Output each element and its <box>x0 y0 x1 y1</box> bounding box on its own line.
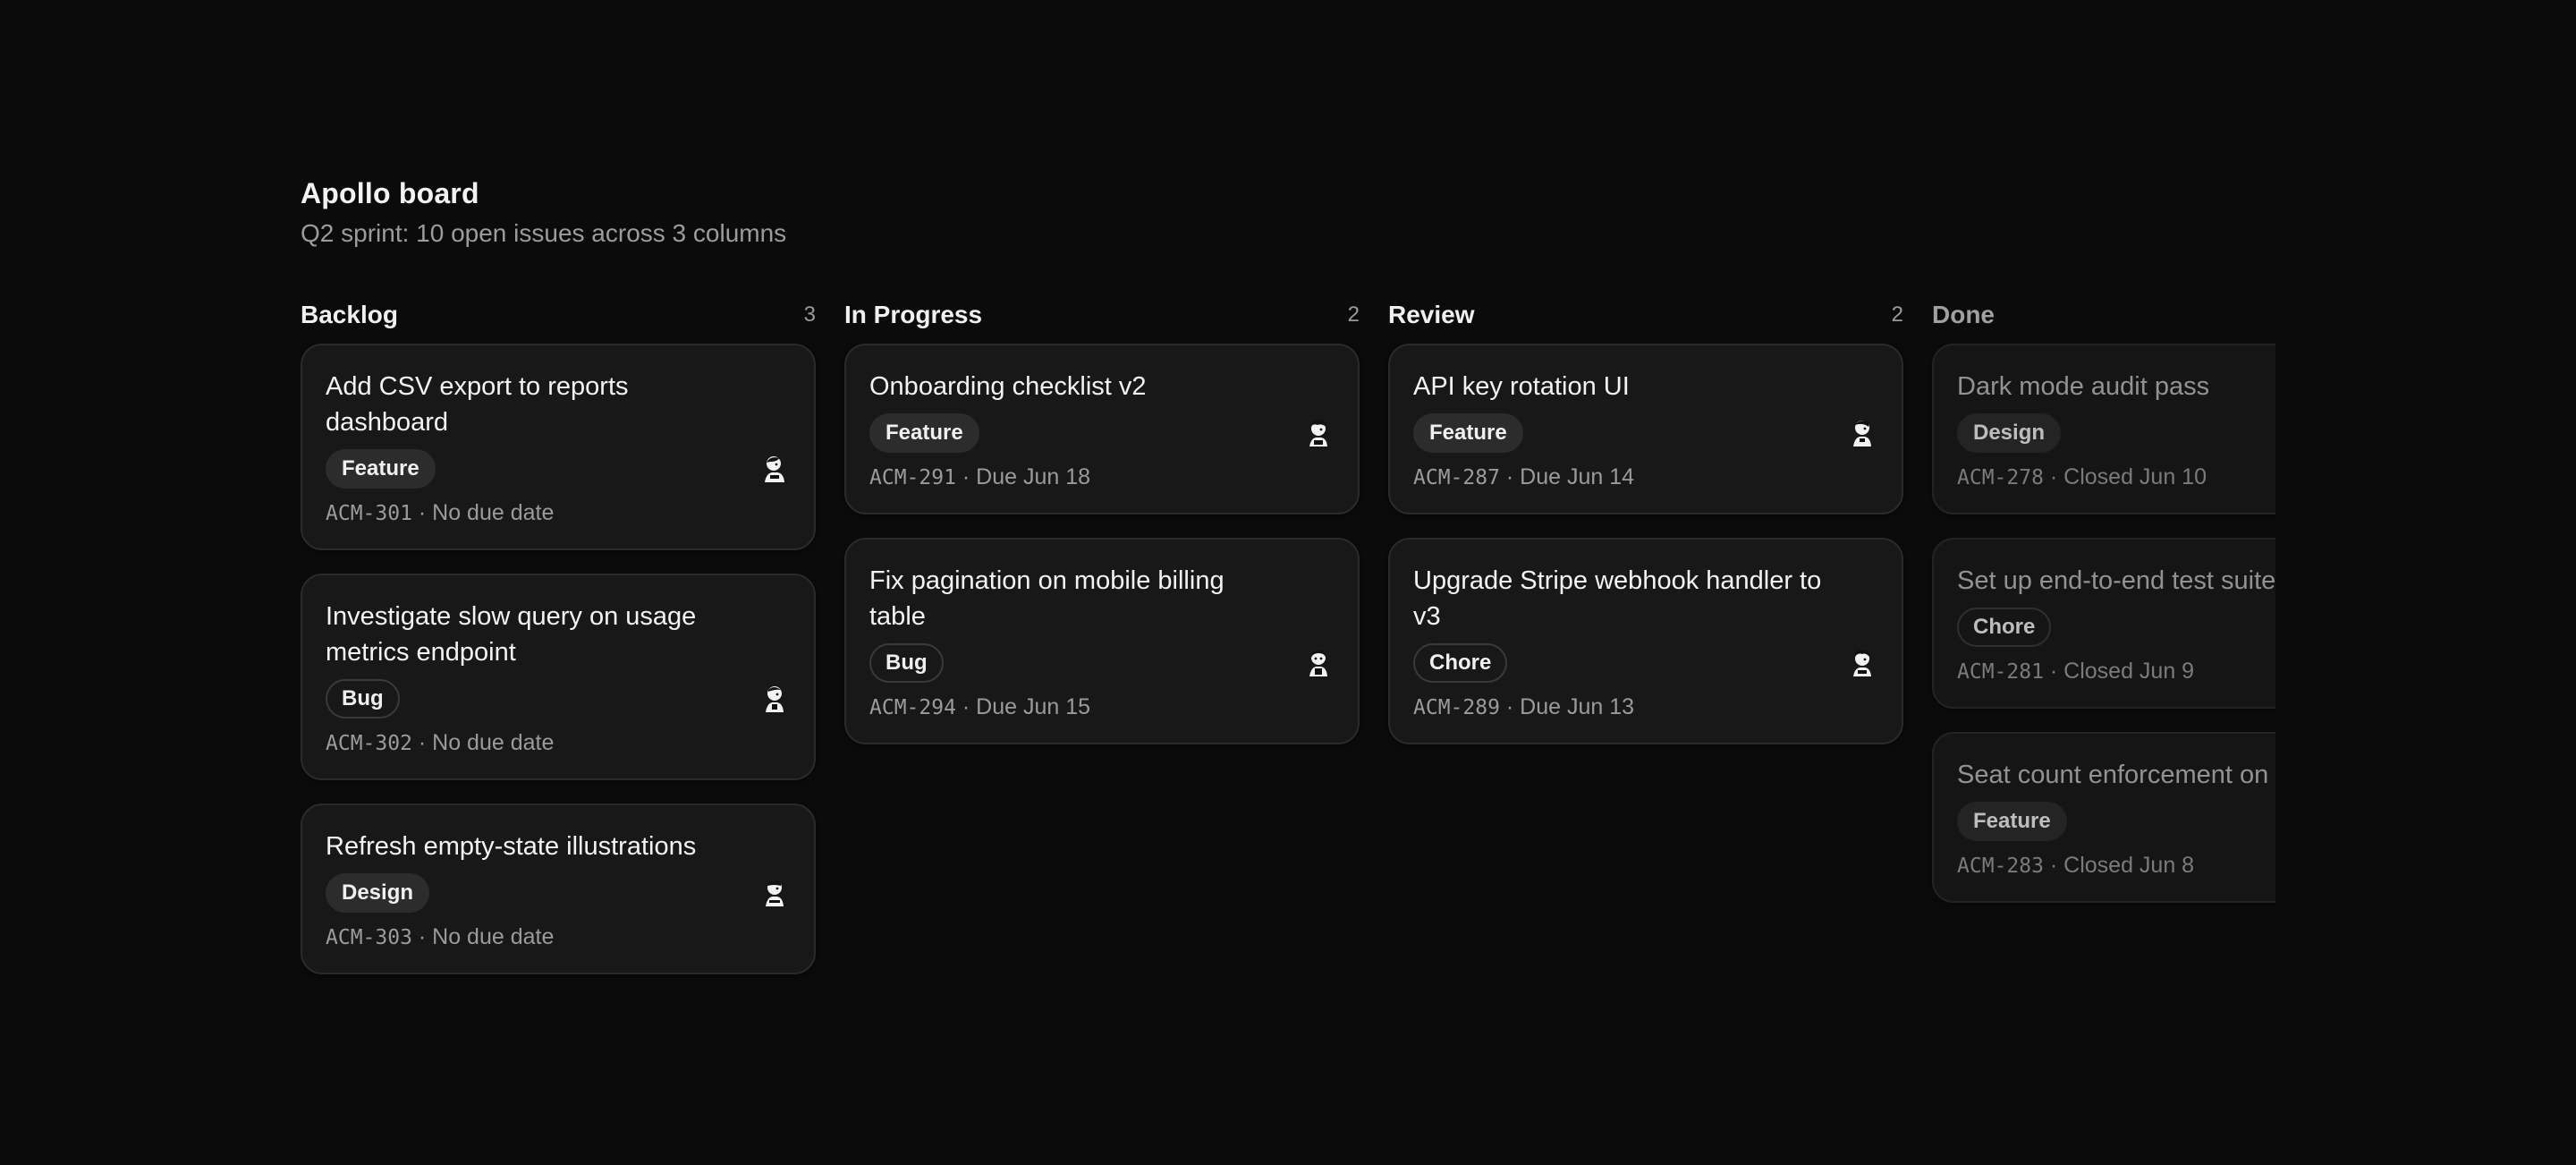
column-header: In Progress 2 <box>844 297 1360 333</box>
meta-separator: · <box>411 924 433 949</box>
issue-id: ACM-294 <box>869 696 956 719</box>
card-meta: ACM-302 · No due date <box>326 727 791 759</box>
label-badge: Feature <box>1413 413 1523 453</box>
label-badge: Chore <box>1957 608 2052 647</box>
card-meta: ACM-294 · Due Jun 15 <box>869 692 1335 723</box>
column-title: In Progress <box>844 301 983 328</box>
card-title: Upgrade Stripe webhook handler to v3 <box>1413 566 1822 631</box>
issue-id: ACM-287 <box>1413 466 1500 489</box>
card-title: Refresh empty-state illustrations <box>326 832 697 861</box>
avatar-icon[interactable] <box>758 683 791 715</box>
avatar-icon[interactable] <box>1302 647 1335 679</box>
issue-card[interactable]: Dark mode audit pass Design ACM-278 · Cl… <box>1932 344 2275 514</box>
issue-id: ACM-289 <box>1413 696 1500 719</box>
meta-separator: · <box>955 694 977 719</box>
label-badge: Chore <box>1413 643 1508 683</box>
issue-id: ACM-303 <box>326 926 412 949</box>
card-meta: ACM-301 · No due date <box>326 497 791 529</box>
meta-separator: · <box>1499 464 1521 489</box>
label-badge: Feature <box>1957 802 2067 841</box>
issue-card[interactable]: Upgrade Stripe webhook handler to v3 Cho… <box>1388 538 1903 744</box>
issue-card[interactable]: Seat count enforcement on Feature ACM-28… <box>1932 732 2275 903</box>
issue-card[interactable]: Add CSV export to reports dashboard Feat… <box>301 344 816 550</box>
due-date: No due date <box>432 924 555 949</box>
issue-id: ACM-302 <box>326 732 412 755</box>
page: Apollo board Q2 sprint: 10 open issues a… <box>0 0 2576 1165</box>
due-date: No due date <box>432 500 555 525</box>
card-meta: ACM-291 · Due Jun 18 <box>869 462 1335 493</box>
card-title: Dark mode audit pass <box>1957 372 2210 401</box>
card-title: Set up end-to-end test suite <box>1957 566 2275 595</box>
label-badge: Design <box>1957 413 2062 453</box>
card-title: Investigate slow query on usage metrics … <box>326 602 697 667</box>
card-title: Onboarding checklist v2 <box>869 372 1147 401</box>
due-date: Closed Jun 10 <box>2063 464 2207 489</box>
card-meta: ACM-287 · Due Jun 14 <box>1413 462 1878 493</box>
columns-container[interactable]: Backlog 3 Add CSV export to reports dash… <box>301 297 2275 1102</box>
label-badge: Design <box>326 873 430 913</box>
column-backlog: Backlog 3 Add CSV export to reports dash… <box>301 297 816 998</box>
card-meta: ACM-303 · No due date <box>326 922 791 953</box>
meta-separator: · <box>955 464 977 489</box>
card-meta: ACM-289 · Due Jun 13 <box>1413 692 1878 723</box>
issue-card[interactable]: Investigate slow query on usage metrics … <box>301 574 816 780</box>
card-meta: ACM-281 · Closed Jun 9 <box>1957 656 2275 687</box>
issue-card[interactable]: Fix pagination on mobile billing table B… <box>844 538 1360 744</box>
card-title: Add CSV export to reports dashboard <box>326 372 629 437</box>
avatar-icon[interactable] <box>1846 417 1878 449</box>
card-title: Fix pagination on mobile billing table <box>869 566 1224 631</box>
label-badge: Feature <box>326 449 436 489</box>
avatar-icon[interactable] <box>758 877 791 909</box>
column-header: Done <box>1932 297 2275 333</box>
due-date: Due Jun 14 <box>1520 464 1635 489</box>
issue-id: ACM-283 <box>1957 855 2044 878</box>
column-done: Done Dark mode audit pass Design ACM-278… <box>1932 297 2275 926</box>
due-date: Closed Jun 9 <box>2063 659 2195 684</box>
card-meta: ACM-283 · Closed Jun 8 <box>1957 850 2275 881</box>
due-date: Closed Jun 8 <box>2063 853 2195 878</box>
meta-separator: · <box>411 500 433 525</box>
issue-id: ACM-281 <box>1957 660 2044 684</box>
column-header: Backlog 3 <box>301 297 816 333</box>
issue-card[interactable]: Set up end-to-end test suite Chore ACM-2… <box>1932 538 2275 709</box>
column-review: Review 2 API key rotation UI Feature ACM… <box>1388 297 1903 768</box>
meta-separator: · <box>1499 694 1521 719</box>
meta-separator: · <box>2043 659 2064 684</box>
column-header: Review 2 <box>1388 297 1903 333</box>
due-date: Due Jun 18 <box>976 464 1091 489</box>
column-in-progress: In Progress 2 Onboarding checklist v2 Fe… <box>844 297 1360 768</box>
board: Apollo board Q2 sprint: 10 open issues a… <box>301 175 2275 974</box>
column-count: 2 <box>1347 302 1360 327</box>
column-count: 3 <box>803 302 816 327</box>
issue-id: ACM-278 <box>1957 466 2044 489</box>
issue-card[interactable]: API key rotation UI Feature ACM-287 · Du… <box>1388 344 1903 514</box>
label-badge: Feature <box>869 413 979 453</box>
avatar-icon[interactable] <box>1302 417 1335 449</box>
avatar-icon[interactable] <box>1846 647 1878 679</box>
card-title: Seat count enforcement on <box>1957 761 2269 789</box>
issue-id: ACM-301 <box>326 502 412 525</box>
column-title: Done <box>1932 301 1995 328</box>
meta-separator: · <box>2043 464 2064 489</box>
meta-separator: · <box>411 730 433 755</box>
column-title: Backlog <box>301 301 398 328</box>
card-title: API key rotation UI <box>1413 372 1630 401</box>
board-subtitle: Q2 sprint: 10 open issues across 3 colum… <box>301 219 787 247</box>
card-meta: ACM-278 · Closed Jun 10 <box>1957 462 2275 493</box>
column-title: Review <box>1388 301 1475 328</box>
due-date: Due Jun 13 <box>1520 694 1635 719</box>
issue-card[interactable]: Onboarding checklist v2 Feature ACM-291 … <box>844 344 1360 514</box>
issue-card[interactable]: Refresh empty-state illustrations Design… <box>301 804 816 974</box>
avatar-icon[interactable] <box>758 453 791 485</box>
label-badge: Bug <box>869 643 944 683</box>
label-badge: Bug <box>326 679 400 719</box>
issue-id: ACM-291 <box>869 466 956 489</box>
meta-separator: · <box>2043 853 2064 878</box>
due-date: No due date <box>432 730 555 755</box>
due-date: Due Jun 15 <box>976 694 1091 719</box>
column-count: 2 <box>1891 302 1903 327</box>
board-title: Apollo board <box>301 177 479 209</box>
